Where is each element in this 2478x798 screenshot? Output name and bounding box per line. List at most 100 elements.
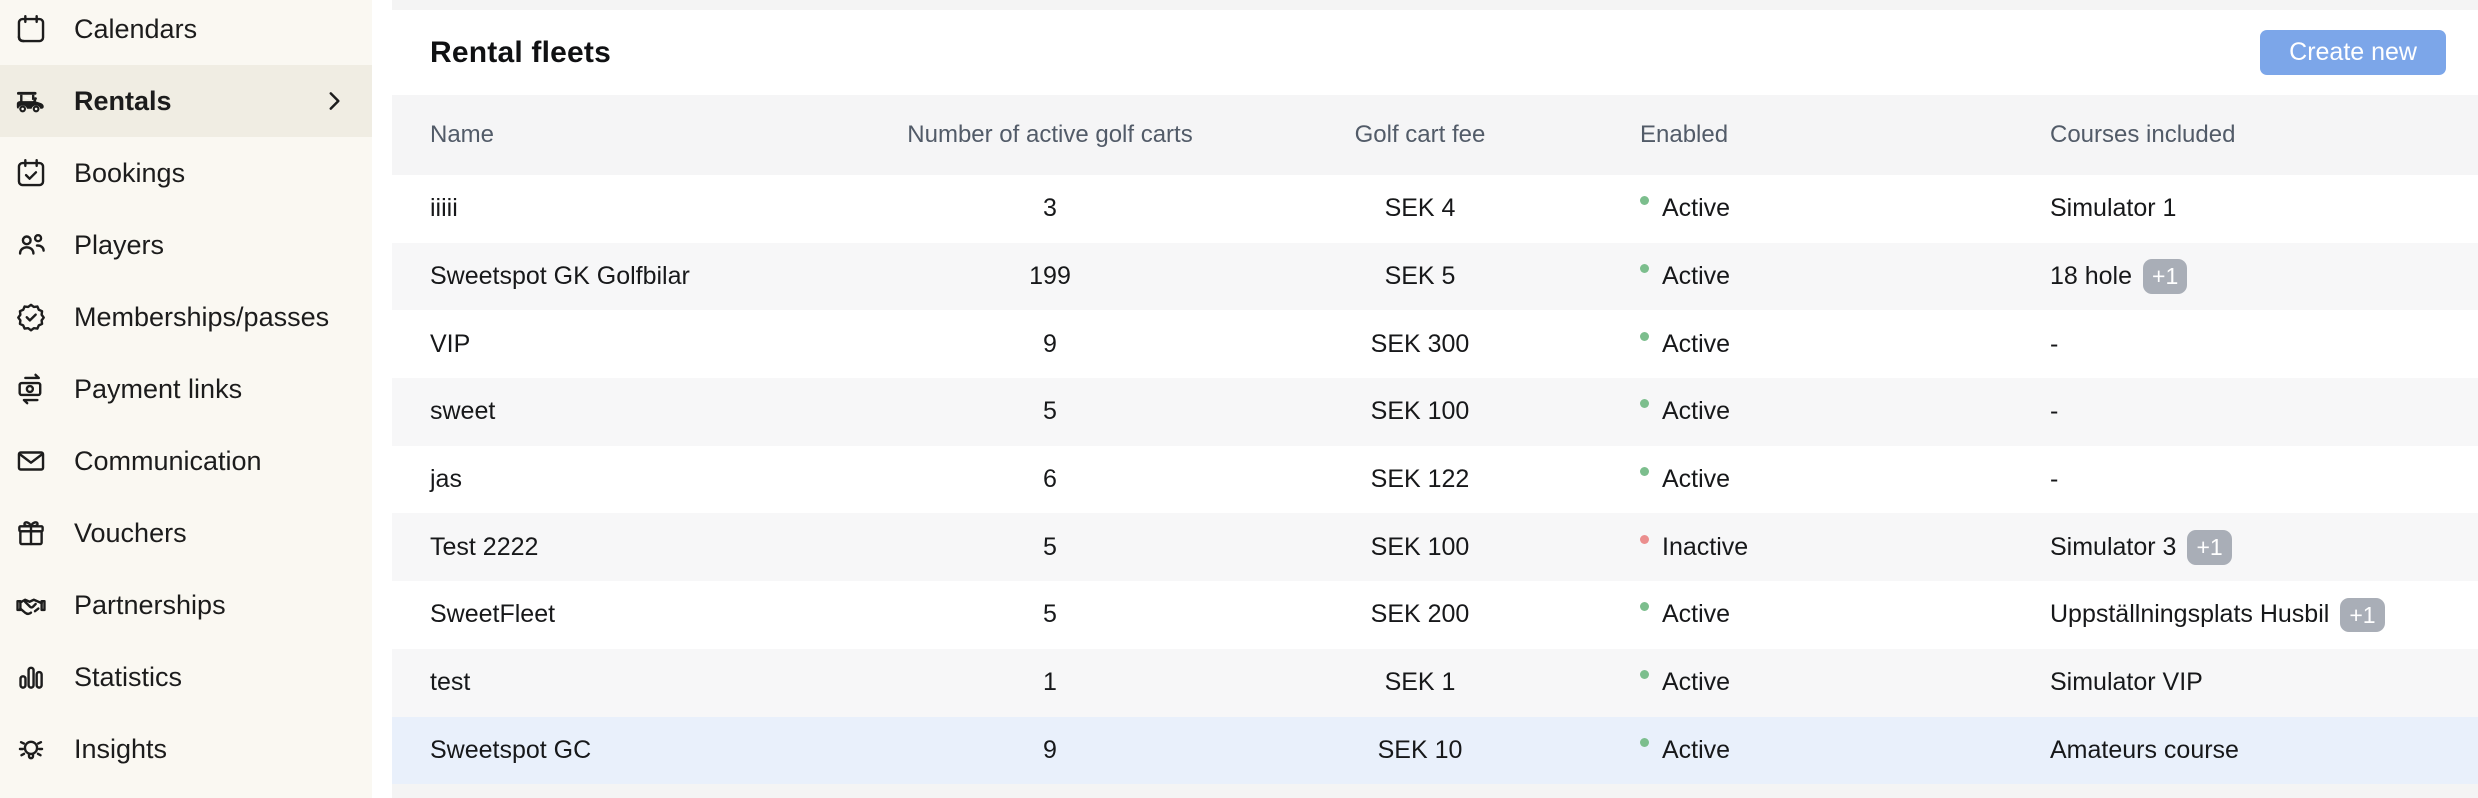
fleet-name: test [430,668,900,697]
sidebar-item-memberships[interactable]: Memberships/passes [0,281,372,353]
status-label: Active [1662,736,1730,765]
courses-included-cell: - [2050,330,2448,359]
courses-included-cell: Simulator 3 +1 [2050,530,2448,564]
status-label: Inactive [1662,533,1748,562]
badge-check-icon [14,300,48,334]
column-header-enabled: Enabled [1640,121,2050,149]
table-header-row: Name Number of active golf carts Golf ca… [392,95,2478,175]
status-label: Active [1662,668,1730,697]
status-dot [1640,670,1649,679]
golf-cart-fee-value: SEK 100 [1200,397,1640,426]
golf-cart-fee-value: SEK 100 [1200,533,1640,562]
extra-courses-badge[interactable]: +1 [2340,598,2384,632]
status-label: Active [1662,262,1730,291]
sidebar-item-label: Players [74,230,164,261]
status-dot [1640,738,1649,747]
status-label: Active [1662,465,1730,494]
courses-label: - [2050,330,2058,359]
active-golf-carts-value: 9 [900,330,1200,359]
table-row[interactable]: VIP 9 SEK 300 Active - [392,310,2478,378]
extra-courses-badge[interactable]: +1 [2187,530,2231,564]
banknote-arrows-icon [14,372,48,406]
handshake-icon [14,588,48,622]
title-bar: Rental fleets Create new [392,10,2478,95]
status-label: Active [1662,397,1730,426]
status-dot [1640,264,1649,273]
status-label: Active [1662,600,1730,629]
sidebar-item-label: Calendars [74,14,197,45]
sidebar-content-divider [372,0,392,798]
courses-label: Simulator VIP [2050,668,2203,697]
courses-included-cell: 18 hole +1 [2050,259,2448,293]
courses-included-cell: Uppställningsplats Husbil +1 [2050,598,2448,632]
enabled-status: Active [1640,668,2050,697]
sidebar-item-partnerships[interactable]: Partnerships [0,569,372,641]
create-new-button[interactable]: Create new [2260,30,2446,75]
courses-included-cell: - [2050,397,2448,426]
sidebar-item-label: Rentals [74,86,172,117]
sidebar-item-label: Statistics [74,662,182,693]
courses-included-cell: Simulator 1 [2050,194,2448,223]
golf-cart-fee-value: SEK 4 [1200,194,1640,223]
sidebar-item-insights[interactable]: Insights [0,713,372,785]
status-dot [1640,467,1649,476]
sidebar-item-vouchers[interactable]: Vouchers [0,497,372,569]
golf-cart-icon [14,84,48,118]
courses-label: Simulator 1 [2050,194,2176,223]
column-header-active-golf-carts: Number of active golf carts [900,121,1200,149]
enabled-status: Active [1640,397,2050,426]
table-row[interactable]: Test 2222 5 SEK 100 Inactive Simulator 3… [392,513,2478,581]
status-dot [1640,535,1649,544]
enabled-status: Active [1640,262,2050,291]
table-row[interactable]: SweetFleet 5 SEK 200 Active Uppställning… [392,581,2478,649]
column-header-golf-cart-fee: Golf cart fee [1200,121,1640,149]
sidebar-item-payment-links[interactable]: Payment links [0,353,372,425]
fleet-name: SweetFleet [430,600,900,629]
fleet-name: Sweetspot GC [430,736,900,765]
status-label: Active [1662,194,1730,223]
sidebar-item-bookings[interactable]: Bookings [0,137,372,209]
courses-label: 18 hole [2050,262,2132,291]
table-row[interactable]: Sweetspot GC 9 SEK 10 Active Amateurs co… [392,717,2478,785]
sidebar-item-label: Communication [74,446,262,477]
table-body: iiiii 3 SEK 4 Active Simulator 1 Sweetsp… [392,175,2478,784]
courses-label: Simulator 3 [2050,533,2176,562]
enabled-status: Active [1640,465,2050,494]
courses-included-cell: Simulator VIP [2050,668,2448,697]
courses-included-cell: Amateurs course [2050,736,2448,765]
golf-cart-fee-value: SEK 122 [1200,465,1640,494]
active-golf-carts-value: 199 [900,262,1200,291]
active-golf-carts-value: 5 [900,533,1200,562]
extra-courses-badge[interactable]: +1 [2143,259,2187,293]
sidebar-item-statistics[interactable]: Statistics [0,641,372,713]
status-dot [1640,602,1649,611]
table-row[interactable]: iiiii 3 SEK 4 Active Simulator 1 [392,175,2478,243]
table-row[interactable]: Sweetspot GK Golfbilar 199 SEK 5 Active … [392,243,2478,311]
table-row[interactable]: test 1 SEK 1 Active Simulator VIP [392,649,2478,717]
active-golf-carts-value: 1 [900,668,1200,697]
sidebar-item-rentals[interactable]: Rentals [0,65,372,137]
table-row[interactable]: jas 6 SEK 122 Active - [392,446,2478,514]
table-row[interactable]: sweet 5 SEK 100 Active - [392,378,2478,446]
calendar-check-icon [14,156,48,190]
sidebar-item-label: Payment links [74,374,242,405]
sidebar-item-label: Memberships/passes [74,302,329,333]
sidebar-item-label: Vouchers [74,518,187,549]
sidebar-item-calendars[interactable]: Calendars [0,0,372,65]
chevron-right-icon [321,86,347,116]
courses-label: Amateurs course [2050,736,2239,765]
sidebar-item-label: Bookings [74,158,185,189]
enabled-status: Active [1640,194,2050,223]
status-label: Active [1662,330,1730,359]
sidebar-item-communication[interactable]: Communication [0,425,372,497]
bar-chart-icon [14,660,48,694]
active-golf-carts-value: 3 [900,194,1200,223]
status-dot [1640,332,1649,341]
enabled-status: Active [1640,330,2050,359]
sidebar-item-label: Partnerships [74,590,226,621]
courses-label: Uppställningsplats Husbil [2050,600,2329,629]
sidebar: Calendars Rentals Bookings [0,0,372,798]
envelope-icon [14,444,48,478]
sidebar-item-players[interactable]: Players [0,209,372,281]
golf-cart-fee-value: SEK 200 [1200,600,1640,629]
